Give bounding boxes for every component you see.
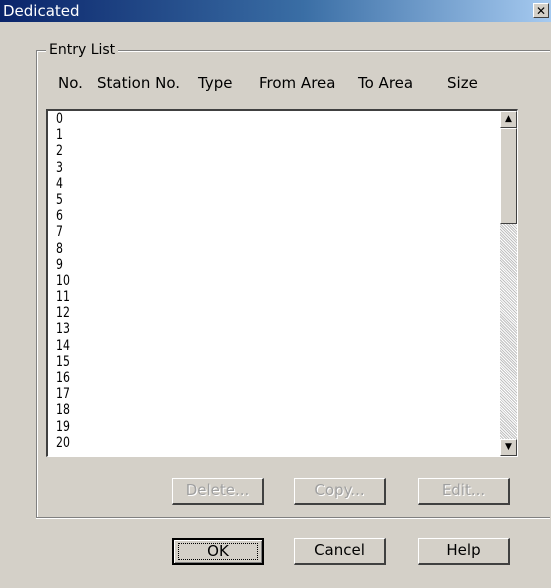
vertical-scrollbar[interactable]: ▲ ▼	[500, 111, 517, 456]
list-item[interactable]: 13	[56, 322, 399, 338]
list-item[interactable]: 0	[56, 111, 399, 128]
scroll-down-button[interactable]: ▼	[500, 439, 517, 456]
column-header-size: Size	[447, 74, 478, 92]
entry-listbox[interactable]: 0 1 2 3 4 5 6 7 8 9 10 11 12 13 14 15 16 17 18 19 20 ▲ ▼	[46, 109, 518, 457]
list-item[interactable]: 3	[56, 160, 399, 177]
arrow-down-icon: ▼	[505, 442, 512, 452]
cancel-button[interactable]: Cancel	[294, 538, 386, 565]
list-item[interactable]: 11	[56, 289, 399, 306]
title-bar[interactable]: Dedicated ✕	[0, 0, 551, 22]
list-item[interactable]: 7	[56, 225, 399, 241]
list-item[interactable]: 14	[56, 338, 399, 355]
ok-button[interactable]: OK	[172, 538, 264, 565]
help-button[interactable]: Help	[418, 538, 510, 565]
delete-button[interactable]: Delete...	[172, 478, 264, 505]
edit-button[interactable]: Edit...	[418, 478, 510, 505]
copy-button[interactable]: Copy...	[294, 478, 386, 505]
window-title: Dedicated	[3, 2, 80, 20]
list-item[interactable]: 15	[56, 354, 399, 371]
close-button[interactable]: ✕	[533, 3, 549, 18]
list-item[interactable]: 1	[56, 128, 399, 144]
list-item[interactable]: 17	[56, 387, 399, 403]
list-item[interactable]: 9	[56, 257, 399, 274]
list-item[interactable]: 4	[56, 176, 399, 193]
column-header-station-no: Station No.	[97, 74, 180, 92]
list-item[interactable]: 12	[56, 306, 399, 322]
column-header-from-area: From Area	[259, 74, 336, 92]
list-item[interactable]: 8	[56, 241, 399, 258]
list-item[interactable]: 2	[56, 144, 399, 160]
scroll-up-button[interactable]: ▲	[500, 111, 517, 128]
arrow-up-icon: ▲	[505, 114, 512, 124]
scroll-thumb[interactable]	[500, 128, 517, 224]
list-item[interactable]: 5	[56, 192, 399, 209]
column-header-no: No.	[58, 74, 83, 92]
list-item[interactable]: 19	[56, 419, 399, 436]
focus-rectangle	[178, 543, 258, 560]
list-item[interactable]: 20	[56, 435, 399, 452]
list-item[interactable]: 6	[56, 209, 399, 225]
list-item[interactable]: 18	[56, 403, 399, 419]
column-header-to-area: To Area	[358, 74, 414, 92]
column-header-type: Type	[198, 74, 233, 92]
close-icon: ✕	[535, 4, 547, 18]
list-item[interactable]: 16	[56, 370, 399, 387]
list-item[interactable]: 10	[56, 273, 399, 290]
entry-rows: 0 1 2 3 4 5 6 7 8 9 10 11 12 13 14 15 16 17 18 19 20	[56, 111, 496, 452]
group-label: Entry List	[46, 41, 119, 59]
group-divider	[36, 517, 550, 519]
